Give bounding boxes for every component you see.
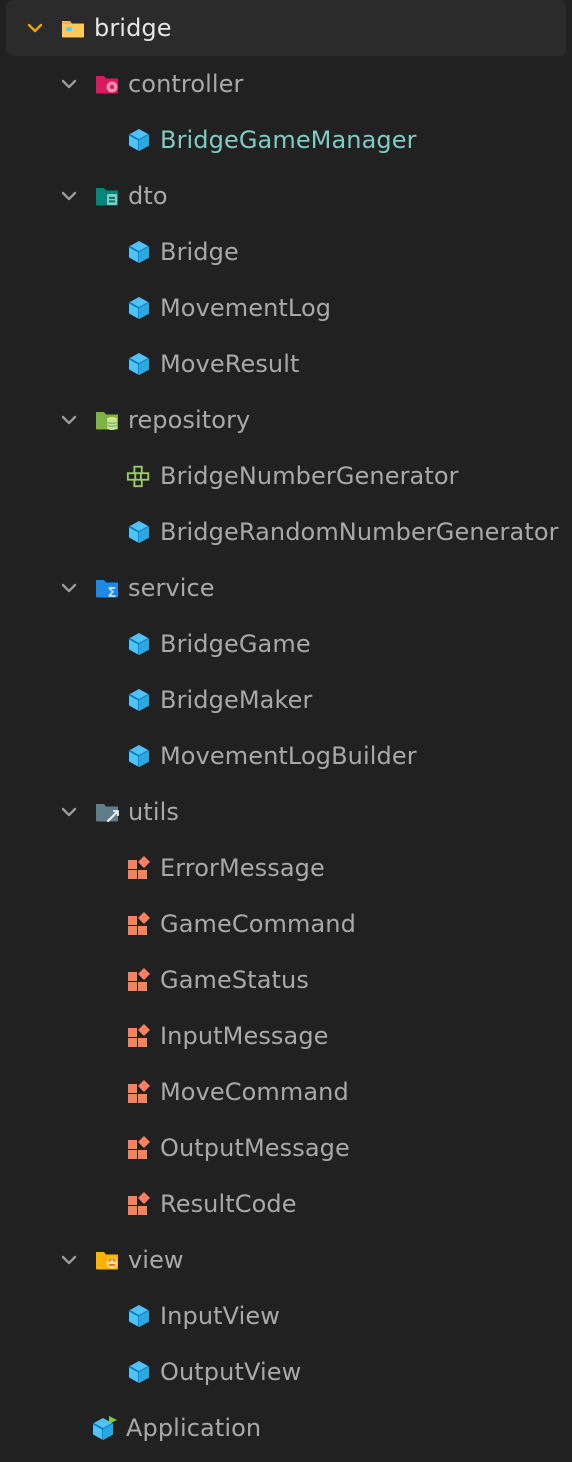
chevron-down-icon[interactable] bbox=[58, 73, 80, 95]
enum-icon bbox=[126, 1135, 152, 1161]
folder-label: utils bbox=[128, 798, 179, 826]
tree-file-BridgeRandomNumberGenerator[interactable]: BridgeRandomNumberGenerator bbox=[0, 504, 559, 560]
file-label: OutputMessage bbox=[160, 1134, 350, 1162]
file-label: InputView bbox=[160, 1302, 280, 1330]
folder-utils-icon bbox=[94, 799, 120, 825]
project-tree: bridge controller BridgeGameManager dto Brid… bbox=[0, 0, 572, 1462]
file-label: BridgeGameManager bbox=[160, 126, 417, 154]
tree-folder-repository[interactable]: repository bbox=[0, 392, 250, 448]
enum-icon bbox=[126, 1191, 152, 1217]
class-icon bbox=[126, 1303, 152, 1329]
tree-file-MoveResult[interactable]: MoveResult bbox=[0, 336, 300, 392]
chevron-down-icon[interactable] bbox=[24, 17, 46, 39]
folder-label: bridge bbox=[94, 14, 172, 42]
class-icon bbox=[126, 295, 152, 321]
folder-controller-icon bbox=[94, 71, 120, 97]
tree-folder-dto[interactable]: dto bbox=[0, 168, 168, 224]
tree-file-InputMessage[interactable]: InputMessage bbox=[0, 1008, 329, 1064]
class-icon bbox=[126, 687, 152, 713]
tree-file-MovementLog[interactable]: MovementLog bbox=[0, 280, 331, 336]
tree-file-GameStatus[interactable]: GameStatus bbox=[0, 952, 309, 1008]
file-label: BridgeGame bbox=[160, 630, 311, 658]
chevron-down-icon[interactable] bbox=[58, 801, 80, 823]
file-label: MovementLog bbox=[160, 294, 332, 322]
enum-icon bbox=[126, 967, 152, 993]
class-icon bbox=[126, 127, 152, 153]
file-label: GameStatus bbox=[160, 966, 309, 994]
file-label: MovementLogBuilder bbox=[160, 742, 417, 770]
tree-file-BridgeMaker[interactable]: BridgeMaker bbox=[0, 672, 312, 728]
tree-folder-service[interactable]: Σservice bbox=[0, 560, 215, 616]
tree-file-InputView[interactable]: InputView bbox=[0, 1288, 280, 1344]
enum-icon bbox=[126, 1023, 152, 1049]
chevron-down-icon[interactable] bbox=[58, 185, 80, 207]
file-label: GameCommand bbox=[160, 910, 356, 938]
file-label: MoveResult bbox=[160, 350, 300, 378]
tree-file-Bridge[interactable]: Bridge bbox=[0, 224, 239, 280]
main-class-icon bbox=[92, 1415, 118, 1441]
file-label: Application bbox=[126, 1414, 262, 1442]
folder-label: view bbox=[128, 1246, 184, 1274]
tree-folder-view[interactable]: view bbox=[0, 1232, 184, 1288]
tree-file-GameCommand[interactable]: GameCommand bbox=[0, 896, 356, 952]
chevron-down-icon[interactable] bbox=[58, 577, 80, 599]
file-label: BridgeRandomNumberGenerator bbox=[160, 518, 559, 546]
tree-file-ErrorMessage[interactable]: ErrorMessage bbox=[0, 840, 325, 896]
file-label: MoveCommand bbox=[160, 1078, 349, 1106]
tree-file-OutputView[interactable]: OutputView bbox=[0, 1344, 301, 1400]
folder-view-icon bbox=[94, 1247, 120, 1273]
folder-service-icon: Σ bbox=[94, 575, 120, 601]
file-label: BridgeMaker bbox=[160, 686, 313, 714]
enum-icon bbox=[126, 855, 152, 881]
svg-text:Σ: Σ bbox=[108, 586, 117, 601]
folder-dto-icon bbox=[94, 183, 120, 209]
class-icon bbox=[126, 239, 152, 265]
folder-label: repository bbox=[128, 406, 251, 434]
file-label: OutputView bbox=[160, 1358, 302, 1386]
folder-label: controller bbox=[128, 70, 244, 98]
tree-file-BridgeGame[interactable]: BridgeGame bbox=[0, 616, 311, 672]
chevron-down-icon[interactable] bbox=[58, 409, 80, 431]
folder-icon bbox=[60, 15, 86, 41]
file-label: ErrorMessage bbox=[160, 854, 325, 882]
tree-file-MovementLogBuilder[interactable]: MovementLogBuilder bbox=[0, 728, 417, 784]
class-icon bbox=[126, 519, 152, 545]
tree-file-BridgeNumberGenerator[interactable]: BridgeNumberGenerator bbox=[0, 448, 459, 504]
tree-file-ResultCode[interactable]: ResultCode bbox=[0, 1176, 297, 1232]
file-label: ResultCode bbox=[160, 1190, 297, 1218]
tree-folder-controller[interactable]: controller bbox=[0, 56, 244, 112]
folder-label: dto bbox=[128, 182, 168, 210]
tree-root-folder[interactable]: bridge bbox=[6, 0, 566, 56]
tree-file-Application[interactable]: Application bbox=[0, 1400, 261, 1456]
tree-file-MoveCommand[interactable]: MoveCommand bbox=[0, 1064, 349, 1120]
file-label: InputMessage bbox=[160, 1022, 329, 1050]
interface-icon bbox=[126, 463, 152, 489]
chevron-down-icon[interactable] bbox=[58, 1249, 80, 1271]
class-icon bbox=[126, 351, 152, 377]
class-icon bbox=[126, 1359, 152, 1385]
tree-file-BridgeGameManager[interactable]: BridgeGameManager bbox=[0, 112, 417, 168]
folder-label: service bbox=[128, 574, 215, 602]
enum-icon bbox=[126, 911, 152, 937]
file-label: BridgeNumberGenerator bbox=[160, 462, 459, 490]
class-icon bbox=[126, 743, 152, 769]
folder-repository-icon bbox=[94, 407, 120, 433]
class-icon bbox=[126, 631, 152, 657]
enum-icon bbox=[126, 1079, 152, 1105]
tree-folder-utils[interactable]: utils bbox=[0, 784, 179, 840]
tree-file-OutputMessage[interactable]: OutputMessage bbox=[0, 1120, 350, 1176]
file-label: Bridge bbox=[160, 238, 239, 266]
